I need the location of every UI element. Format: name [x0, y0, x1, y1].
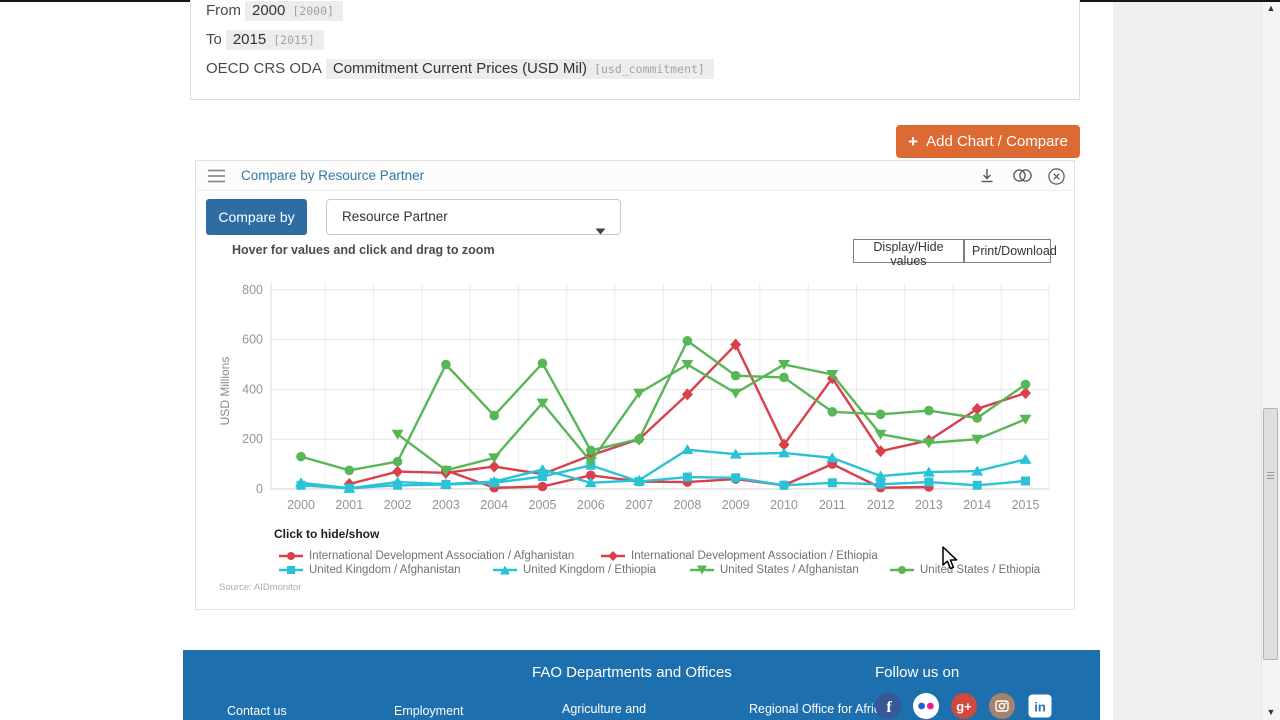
- page-background-gutter: [1113, 2, 1280, 720]
- legend-label: United Kingdom / Afghanistan: [309, 563, 461, 576]
- svg-text:2014: 2014: [963, 498, 991, 512]
- scrollbar-thumb[interactable]: [1263, 408, 1278, 660]
- svg-text:400: 400: [242, 382, 263, 396]
- footer-link-contact-us[interactable]: Contact us: [227, 704, 287, 718]
- footer-departments-title: FAO Departments and Offices: [532, 664, 732, 681]
- svg-text:2007: 2007: [625, 498, 653, 512]
- footer-link-regional-office[interactable]: Regional Office for Africa: [749, 702, 887, 716]
- filter-row-to: To 2015 [2015]: [206, 30, 324, 50]
- footer: FAO Departments and Offices Follow us on…: [183, 650, 1100, 720]
- svg-text:800: 800: [242, 283, 263, 297]
- instagram-icon[interactable]: [989, 693, 1015, 719]
- svg-text:f: f: [886, 699, 892, 716]
- svg-text:2012: 2012: [867, 498, 895, 512]
- line-chart-plot-area[interactable]: 0 200 400 600 800 2000 2001 2002 2003 2004 2005 200…: [216, 269, 1061, 529]
- indicator-value: Commitment Current Prices (USD Mil): [332, 60, 588, 77]
- to-value-chip[interactable]: 2015 [2015]: [225, 30, 324, 50]
- resource-partner-dropdown[interactable]: Resource Partner: [326, 199, 621, 235]
- download-icon[interactable]: [979, 168, 995, 189]
- compare-icon[interactable]: [1012, 168, 1033, 188]
- social-icons: f g+ in: [875, 693, 1053, 719]
- footer-link-employment[interactable]: Employment: [394, 704, 463, 718]
- legend-label: International Development Association / …: [309, 549, 575, 562]
- filter-row-from: From 2000 [2000]: [206, 1, 343, 21]
- linkedin-icon[interactable]: in: [1027, 693, 1053, 719]
- svg-text:200: 200: [242, 432, 263, 446]
- svg-text:2000: 2000: [287, 498, 315, 512]
- source-note: Source: AIDmonitor: [219, 582, 302, 593]
- chart-panel: Compare by Resource Partner Compare by R…: [195, 160, 1075, 610]
- legend-item-6[interactable]: United States / Ethiopia: [890, 561, 1041, 576]
- plus-icon: +: [908, 132, 919, 151]
- from-code: [2000]: [292, 4, 334, 18]
- legend-item-2[interactable]: International Development Association / …: [601, 547, 878, 562]
- legend-title: Click to hide/show: [274, 527, 380, 541]
- indicator-code: [usd_commitment]: [594, 62, 705, 76]
- svg-text:2005: 2005: [529, 498, 557, 512]
- svg-text:2001: 2001: [335, 498, 363, 512]
- legend-label: International Development Association / …: [631, 549, 878, 562]
- chevron-down-icon: [595, 214, 606, 248]
- scrollbar-down-arrow[interactable]: ▼: [1266, 707, 1276, 717]
- panel-title: Compare by Resource Partner: [241, 168, 425, 183]
- footer-link-agriculture[interactable]: Agriculture and: [562, 702, 646, 716]
- from-value: 2000: [252, 2, 286, 19]
- legend-item-5[interactable]: United States / Afghanistan: [690, 561, 859, 576]
- legend-item-1[interactable]: International Development Association / …: [279, 547, 575, 562]
- dropdown-value: Resource Partner: [342, 209, 448, 224]
- from-value-chip[interactable]: 2000 [2000]: [245, 1, 343, 21]
- svg-text:2003: 2003: [432, 498, 460, 512]
- legend-label: United Kingdom / Ethiopia: [523, 563, 656, 576]
- indicator-label: OECD CRS ODA: [206, 60, 322, 77]
- svg-text:2004: 2004: [480, 498, 508, 512]
- facebook-icon[interactable]: f: [875, 693, 901, 719]
- to-code: [2015]: [273, 33, 315, 47]
- close-circle-icon[interactable]: [1048, 168, 1065, 190]
- svg-text:2006: 2006: [577, 498, 605, 512]
- svg-text:2008: 2008: [673, 498, 701, 512]
- legend-label: United States / Afghanistan: [720, 563, 859, 576]
- svg-text:2002: 2002: [384, 498, 412, 512]
- indicator-value-chip[interactable]: Commitment Current Prices (USD Mil) [usd_…: [325, 59, 714, 79]
- legend-item-4[interactable]: United Kingdom / Ethiopia: [493, 561, 656, 576]
- footer-follow-title: Follow us on: [875, 664, 960, 681]
- scrollbar-grip: [1267, 472, 1274, 473]
- add-chart-label: Add Chart / Compare: [926, 133, 1068, 150]
- svg-text:USD Millions: USD Millions: [218, 357, 232, 426]
- svg-text:2015: 2015: [1012, 498, 1040, 512]
- svg-text:g+: g+: [956, 699, 972, 714]
- svg-text:2010: 2010: [770, 498, 798, 512]
- svg-text:2013: 2013: [915, 498, 943, 512]
- google-plus-icon[interactable]: g+: [951, 693, 977, 719]
- flickr-icon[interactable]: [913, 693, 939, 719]
- filter-summary-box: From 2000 [2000] To 2015 [2015] OECD CRS ODA…: [190, 0, 1080, 100]
- to-label: To: [206, 31, 222, 48]
- to-value: 2015: [232, 31, 267, 48]
- svg-text:0: 0: [256, 482, 263, 496]
- from-label: From: [206, 2, 241, 19]
- legend-label: United States / Ethiopia: [920, 563, 1041, 576]
- legend-item-3[interactable]: United Kingdom / Afghanistan: [279, 561, 461, 576]
- svg-text:2011: 2011: [819, 498, 846, 512]
- filter-row-indicator: OECD CRS ODA Commitment Current Prices (U…: [206, 59, 714, 79]
- print-download-button[interactable]: Print/Download: [964, 239, 1057, 263]
- menu-icon[interactable]: [207, 169, 227, 188]
- scrollbar-up-arrow[interactable]: ▲: [1266, 3, 1276, 13]
- svg-text:2009: 2009: [722, 498, 750, 512]
- svg-text:600: 600: [242, 333, 263, 347]
- display-hide-values-button[interactable]: Display/Hide values: [853, 239, 964, 268]
- add-chart-compare-button[interactable]: + Add Chart / Compare: [896, 125, 1080, 158]
- compare-by-button[interactable]: Compare by: [206, 199, 307, 235]
- chart-hint-text: Hover for values and click and drag to z…: [232, 243, 495, 257]
- chart-panel-header: Compare by Resource Partner: [196, 161, 1074, 191]
- svg-text:in: in: [1034, 700, 1046, 715]
